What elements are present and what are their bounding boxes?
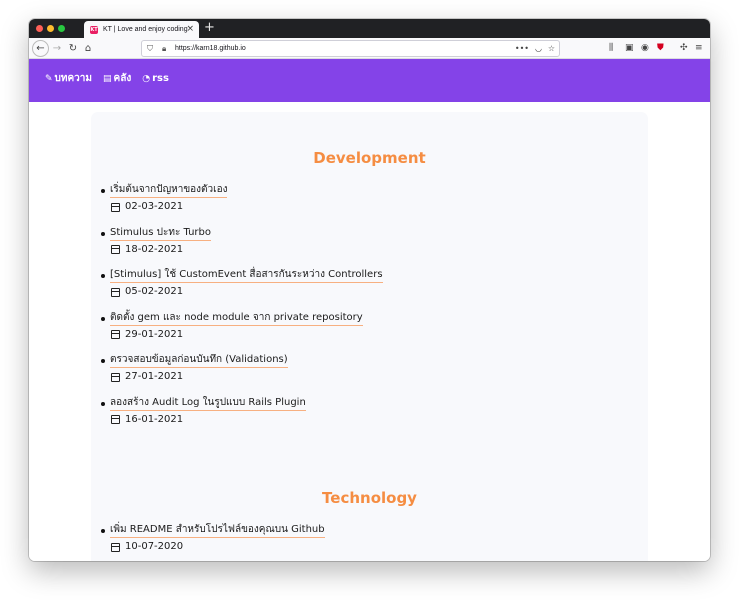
section-title-technology: Technology [322,489,417,507]
sidebar-icon[interactable]: ▣ [625,40,634,56]
rss-icon: ◔ [142,74,151,84]
library-icon[interactable]: ⫼ [609,40,613,56]
post-link[interactable]: เพิ่ม README สำหรับโปรไฟล์ของคุณบน Githu… [110,523,325,538]
browser-tab[interactable]: KT KT | Love and enjoy coding × [84,21,199,38]
bullet [101,189,105,193]
post-date-text: 27-01-2021 [125,371,184,383]
post-date: 05-02-2021 [111,285,183,299]
post-date: 10-07-2020 [111,540,183,554]
close-tab-icon[interactable]: × [186,24,194,34]
post-date: 02-03-2021 [111,200,183,214]
window-close-button[interactable] [36,25,43,32]
url-text[interactable]: https://karn18.github.io [175,42,246,55]
pocket-icon[interactable]: ◡ [535,42,542,55]
post-date: 27-01-2021 [111,370,183,384]
nav-rss-label: rss [152,73,169,84]
extensions-icon[interactable]: ✣ [680,40,688,56]
post-link[interactable]: ตรวจสอบข้อมูลก่อนบันทึก (Validations) [110,353,288,369]
bullet [101,274,105,279]
calendar-icon [111,202,120,212]
nav-articles[interactable]: ✎ บทความ [45,72,92,86]
tab-strip: KT KT | Love and enjoy coding × + [29,19,710,38]
bullet [101,401,105,406]
site-favicon-icon: KT [90,25,98,34]
page-actions-icon[interactable]: ••• [515,42,529,55]
forward-button[interactable]: → [51,40,63,56]
calendar-icon [111,245,120,255]
home-button[interactable]: ⌂ [82,40,94,56]
section-title-development: Development [313,149,426,167]
post-link[interactable]: ลองสร้าง Audit Log ในรูปแบบ Rails Plugin [110,396,306,411]
browser-toolbar: ← → ↻ ⌂ ⛉ 🔒︎ https://karn18.github.io ••… [29,38,710,59]
ublock-shield-icon[interactable]: ⛊ [657,40,664,56]
post-date-text: 18-02-2021 [125,243,184,255]
new-tab-button[interactable]: + [204,20,215,36]
post-date-text: 10-07-2020 [125,541,184,552]
back-button[interactable]: ← [32,40,49,57]
post-link[interactable]: ติดตั้ง gem และ node module จาก private … [110,311,363,326]
post-date-text: 02-03-2021 [125,201,184,212]
posts-card: Development เริ่มต้นจากปัญหาของตัวเอง 02… [91,112,648,561]
calendar-icon [111,287,120,297]
window-maximize-button[interactable] [58,25,65,32]
bullet [101,231,105,236]
tab-title: KT | Love and enjoy coding [103,26,188,33]
window-minimize-button[interactable] [47,25,54,32]
menu-icon[interactable]: ≡ [695,40,703,56]
nav-articles-label: บทความ [54,73,92,84]
web-page: ✎ บทความ ▤ คลัง ◔ rss Development เริ่มต… [29,59,710,561]
tracking-protection-icon[interactable]: ⛉ [147,42,153,55]
reload-button[interactable]: ↻ [67,40,79,56]
calendar-icon [111,415,120,425]
bookmark-star-icon[interactable]: ☆ [548,42,555,55]
site-header: ✎ บทความ ▤ คลัง ◔ rss [29,59,710,102]
post-date: 29-01-2021 [111,328,183,342]
nav-archive[interactable]: ▤ คลัง [103,72,131,86]
browser-window: KT KT | Love and enjoy coding × + ← → ↻ … [29,19,710,561]
post-date-text: 05-02-2021 [125,286,184,298]
bullet [101,529,105,533]
post-date: 16-01-2021 [111,413,183,427]
account-icon[interactable]: ◉ [641,40,649,56]
pencil-icon: ✎ [45,74,53,84]
nav-archive-label: คลัง [113,73,132,84]
calendar-icon [111,542,120,552]
post-link[interactable]: เริ่มต้นจากปัญหาของตัวเอง [110,183,228,198]
bullet [101,359,105,364]
address-bar[interactable]: ⛉ 🔒︎ https://karn18.github.io ••• ◡ ☆ [141,40,560,57]
bullet [101,316,105,321]
site-nav: ✎ บทความ ▤ คลัง ◔ rss [45,72,169,86]
calendar-icon [111,372,120,382]
post-date-text: 29-01-2021 [125,328,184,340]
calendar-icon [111,330,120,340]
post-date-text: 16-01-2021 [125,413,184,425]
post-link[interactable]: Stimulus ปะทะ Turbo [110,226,211,241]
post-date: 18-02-2021 [111,243,183,257]
lock-icon[interactable]: 🔒︎ [162,42,166,55]
nav-rss[interactable]: ◔ rss [142,72,169,86]
post-link[interactable]: [Stimulus] ใช้ CustomEvent สื่อสารกันระห… [110,268,383,284]
archive-icon: ▤ [103,74,112,84]
